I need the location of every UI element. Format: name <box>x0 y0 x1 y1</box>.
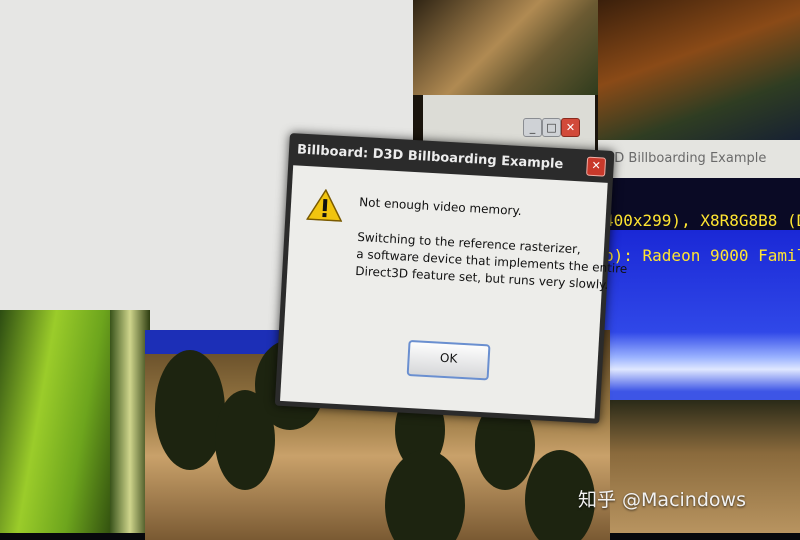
error-dialog: Billboard: D3D Billboarding Example ✕ No… <box>274 133 628 424</box>
top-image-window: _ □ ✕ <box>413 0 603 165</box>
window-title: 3D Billboarding Example <box>606 151 767 166</box>
device-info-line: 400x299), X8R8G8B8 (D1 <box>604 211 800 230</box>
adapter-info-line: p): Radeon 9000 Family ( <box>604 246 800 265</box>
minimize-button[interactable]: _ <box>523 118 542 137</box>
green-render-window <box>0 310 150 533</box>
warning-icon <box>306 188 343 222</box>
dialog-body: Not enough video memory. Switching to th… <box>280 165 628 419</box>
tree <box>155 350 225 470</box>
dialog-close-button[interactable]: ✕ <box>586 156 607 177</box>
ground-render <box>598 400 800 533</box>
close-button[interactable]: ✕ <box>561 118 580 137</box>
landscape-render <box>413 0 603 95</box>
right-render-window: 3D Billboarding Example 400x299), X8R8G8… <box>598 0 800 533</box>
window-titlebar: 3D Billboarding Example <box>598 140 800 178</box>
ok-button[interactable]: OK <box>406 339 491 381</box>
maximize-button[interactable]: □ <box>542 118 561 137</box>
watermark: 知乎 @Macindows <box>578 489 746 511</box>
tree <box>385 450 465 540</box>
message-title: Not enough video memory. <box>358 194 523 219</box>
message-text: Switching to the reference rasterizer, a… <box>355 229 628 294</box>
landscape-render <box>598 0 800 140</box>
